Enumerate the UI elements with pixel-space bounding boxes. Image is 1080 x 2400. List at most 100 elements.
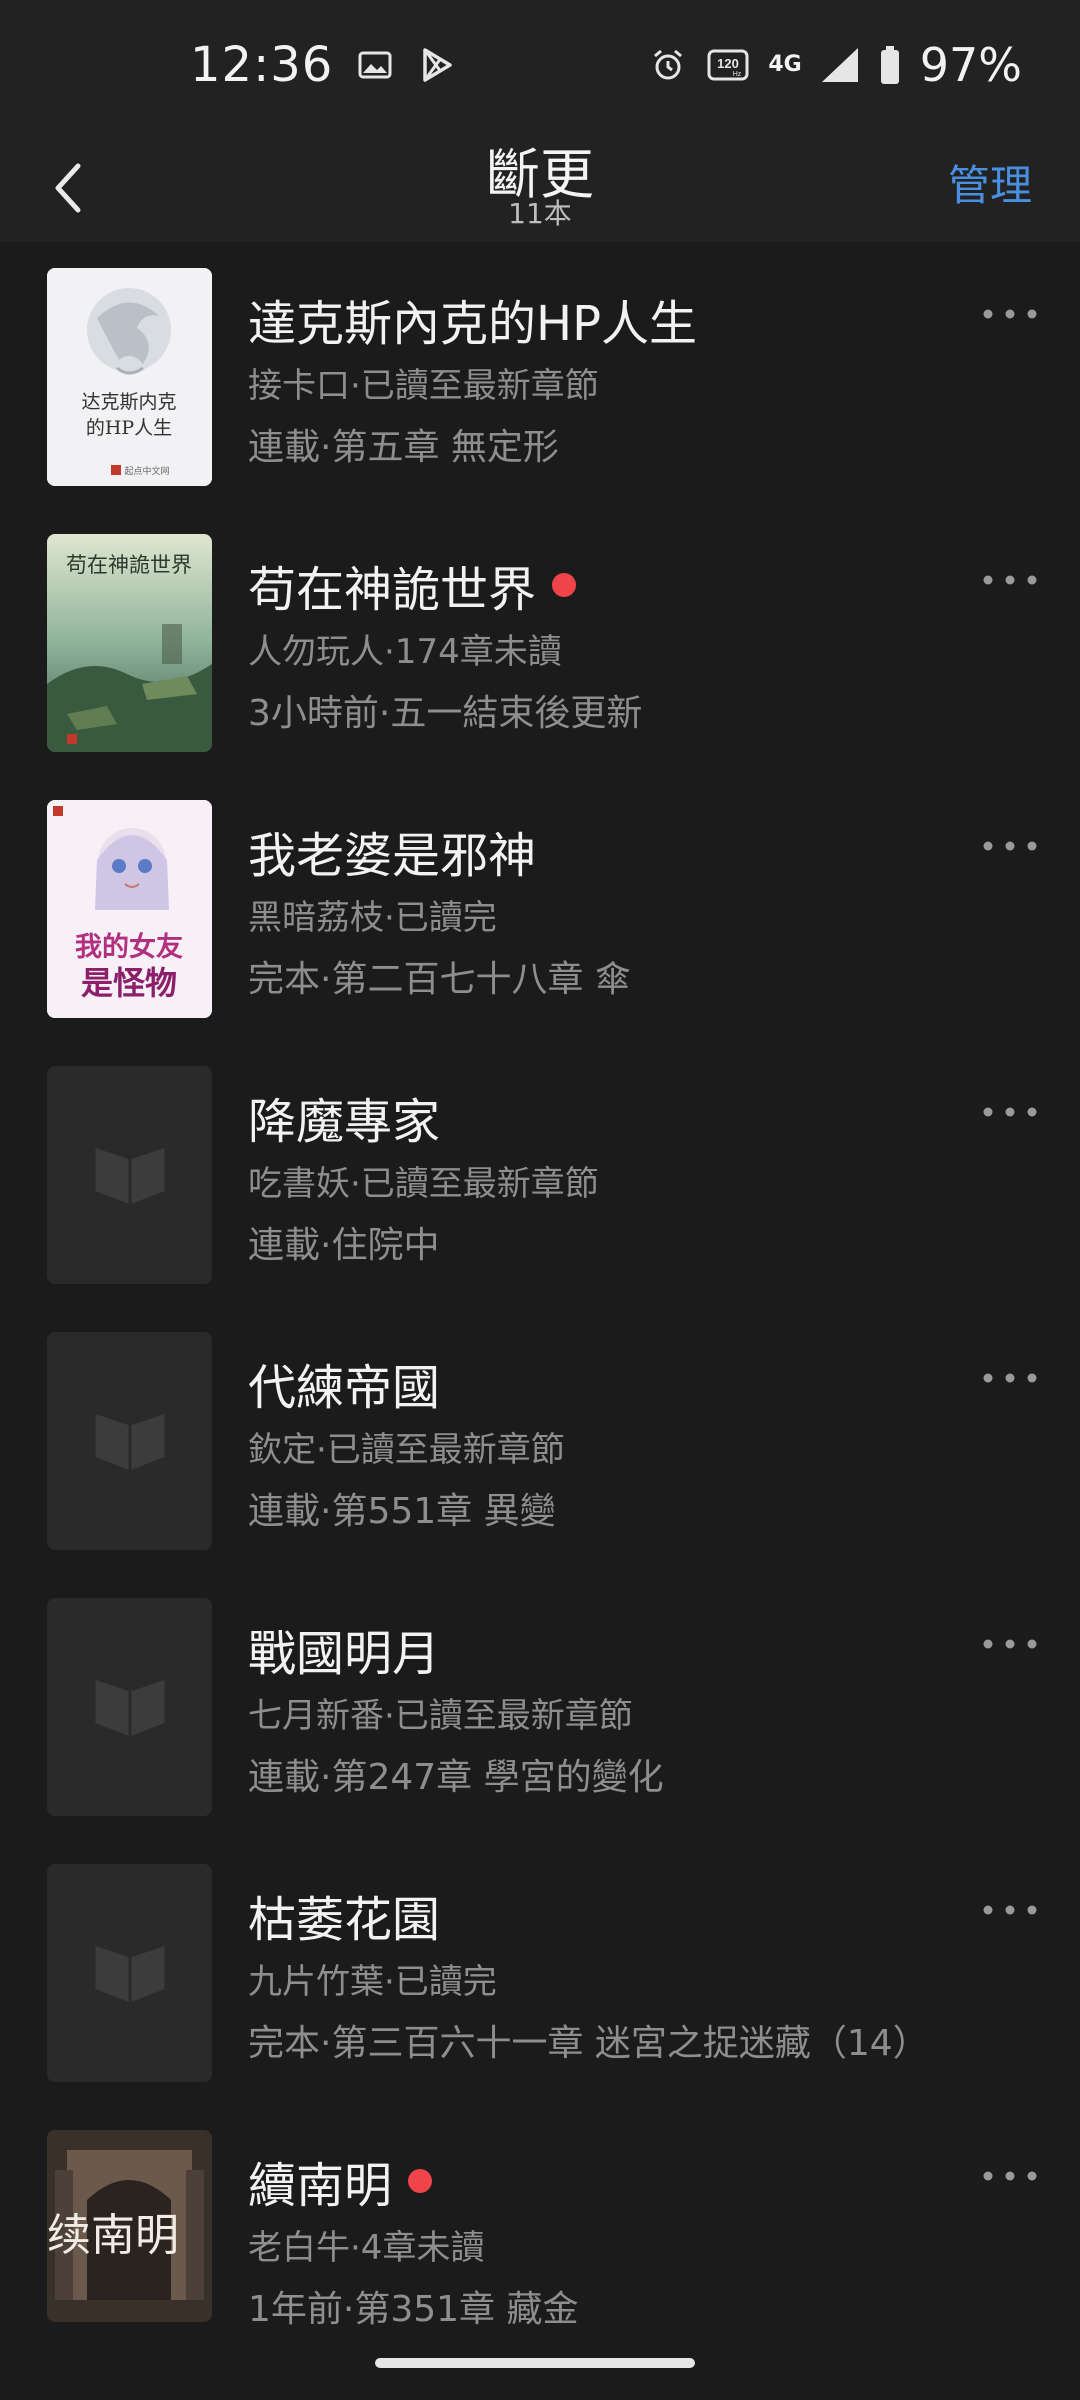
book-cover-placeholder bbox=[47, 1332, 212, 1550]
book-item[interactable]: 戰國明月 七月新番·已讀至最新章節 連載·第247章 學宮的變化 bbox=[0, 1572, 1080, 1838]
book-latest-chapter: 1年前·第351章 藏金 bbox=[248, 2289, 579, 2328]
title-row: 代練帝國 bbox=[248, 1348, 440, 1418]
book-list: 达克斯内克 的HP人生 起点中文网 達克斯內克的HP人生 接卡口·已讀至最新章節… bbox=[0, 242, 1080, 2328]
status-bar: 12:36 120 Hz 4G 97% bbox=[0, 0, 1080, 130]
book-cover: 续南明 bbox=[47, 2130, 212, 2322]
cover-line2: 是怪物 bbox=[81, 964, 177, 1002]
title-row: 降魔專家 bbox=[248, 1082, 440, 1152]
book-latest-chapter: 連載·第五章 無定形 bbox=[248, 427, 559, 468]
more-options-button[interactable] bbox=[976, 1092, 1044, 1132]
book-title: 代練帝國 bbox=[248, 1360, 441, 1416]
more-options-button[interactable] bbox=[976, 1890, 1044, 1930]
title-row: 枯萎花園 bbox=[248, 1880, 440, 1950]
book-cover-placeholder bbox=[47, 1066, 212, 1284]
more-horizontal-icon bbox=[983, 1107, 1037, 1117]
cover-title: 续南明 bbox=[47, 2210, 179, 2261]
book-item[interactable]: 达克斯内克 的HP人生 起点中文网 達克斯內克的HP人生 接卡口·已讀至最新章節… bbox=[0, 242, 1080, 508]
battery-percent: 97% bbox=[919, 38, 1022, 92]
more-options-button[interactable] bbox=[976, 1358, 1044, 1398]
book-count: 11本 bbox=[508, 197, 572, 230]
book-cover: 苟在神詭世界 bbox=[47, 534, 212, 752]
book-title: 苟在神詭世界 bbox=[248, 562, 537, 618]
book-author-status: 欽定·已讀至最新章節 bbox=[248, 1430, 565, 1470]
network-type: 4G bbox=[768, 52, 802, 77]
book-item[interactable]: 苟在神詭世界 苟在神詭世界 人勿玩人·174章未讀 3小時前·五一結束後更新 bbox=[0, 508, 1080, 774]
more-horizontal-icon bbox=[983, 575, 1037, 585]
manage-button[interactable]: 管理 bbox=[948, 152, 1032, 213]
book-title: 降魔專家 bbox=[248, 1094, 441, 1150]
book-item[interactable]: 枯萎花園 九片竹葉·已讀完 完本·第三百六十一章 迷宮之捉迷藏（14） bbox=[0, 1838, 1080, 2104]
book-title: 達克斯內克的HP人生 bbox=[248, 296, 698, 352]
signal-icon bbox=[820, 45, 860, 85]
book-item[interactable]: 降魔專家 吃書妖·已讀至最新章節 連載·住院中 bbox=[0, 1040, 1080, 1306]
book-latest-chapter: 3小時前·五一結束後更新 bbox=[248, 693, 643, 734]
title-row: 戰國明月 bbox=[248, 1614, 440, 1684]
book-author-status: 接卡口·已讀至最新章節 bbox=[248, 366, 599, 406]
book-author-status: 人勿玩人·174章未讀 bbox=[248, 632, 562, 672]
book-latest-chapter: 連載·第247章 學宮的變化 bbox=[248, 1757, 664, 1798]
landscape-cover-art: 苟在神詭世界 bbox=[47, 534, 212, 752]
book-placeholder-icon bbox=[92, 1409, 167, 1474]
book-item[interactable]: 我的女友 是怪物 我老婆是邪神 黑暗荔枝·已讀完 完本·第二百七十八章 傘 bbox=[0, 774, 1080, 1040]
book-cover: 我的女友 是怪物 bbox=[47, 800, 212, 1018]
book-cover-placeholder bbox=[47, 1864, 212, 2082]
more-options-button[interactable] bbox=[976, 294, 1044, 334]
more-horizontal-icon bbox=[983, 1373, 1037, 1383]
book-author-status: 吃書妖·已讀至最新章節 bbox=[248, 1164, 599, 1204]
book-author-status: 老白牛·4章未讀 bbox=[248, 2228, 485, 2268]
more-options-button[interactable] bbox=[976, 2156, 1044, 2196]
home-indicator[interactable] bbox=[375, 2358, 695, 2368]
status-left: 12:36 bbox=[190, 37, 457, 93]
title-row: 達克斯內克的HP人生 bbox=[248, 284, 697, 354]
title-row: 苟在神詭世界 bbox=[248, 550, 577, 620]
status-time: 12:36 bbox=[190, 37, 334, 93]
book-title: 我老婆是邪神 bbox=[248, 828, 537, 884]
cover-title: 苟在神詭世界 bbox=[66, 553, 192, 577]
book-author-status: 黑暗荔枝·已讀完 bbox=[248, 898, 497, 938]
app-header: 斷更 11本 管理 bbox=[0, 130, 1080, 242]
book-cover: 达克斯内克 的HP人生 起点中文网 bbox=[47, 268, 212, 486]
cover-line1: 我的女友 bbox=[75, 931, 183, 963]
more-horizontal-icon bbox=[983, 1639, 1037, 1649]
book-title: 續南明 bbox=[248, 2158, 393, 2214]
book-author-status: 七月新番·已讀至最新章節 bbox=[248, 1696, 633, 1736]
alarm-icon bbox=[648, 45, 688, 85]
refresh-rate-text: 120 bbox=[718, 56, 740, 71]
more-horizontal-icon bbox=[983, 1905, 1037, 1915]
book-placeholder-icon bbox=[92, 1143, 167, 1208]
book-cover-placeholder bbox=[47, 1598, 212, 1816]
more-horizontal-icon bbox=[983, 309, 1037, 319]
unread-dot bbox=[552, 573, 577, 597]
cover-line1: 达克斯内克 bbox=[81, 391, 176, 413]
cover-publisher: 起点中文网 bbox=[124, 465, 169, 477]
more-options-button[interactable] bbox=[976, 560, 1044, 600]
more-options-button[interactable] bbox=[976, 1624, 1044, 1664]
book-item[interactable]: 续南明 續南明 老白牛·4章未讀 1年前·第351章 藏金 bbox=[0, 2104, 1080, 2328]
play-store-icon bbox=[417, 45, 457, 85]
dragon-cover-art: 达克斯内克 的HP人生 起点中文网 bbox=[47, 268, 212, 486]
title-row: 續南明 bbox=[248, 2146, 433, 2216]
book-latest-chapter: 完本·第三百六十一章 迷宮之捉迷藏（14） bbox=[248, 2023, 929, 2064]
book-placeholder-icon bbox=[92, 1941, 167, 2006]
book-latest-chapter: 完本·第二百七十八章 傘 bbox=[248, 959, 631, 1000]
book-placeholder-icon bbox=[92, 1675, 167, 1740]
book-author-status: 九片竹葉·已讀完 bbox=[248, 1962, 497, 2002]
more-horizontal-icon bbox=[983, 841, 1037, 851]
book-item[interactable]: 代練帝國 欽定·已讀至最新章節 連載·第551章 異變 bbox=[0, 1306, 1080, 1572]
unread-dot bbox=[408, 2169, 433, 2193]
gate-cover-art: 续南明 bbox=[47, 2130, 212, 2322]
book-title: 戰國明月 bbox=[248, 1626, 441, 1682]
anime-cover-art: 我的女友 是怪物 bbox=[47, 800, 212, 1018]
cover-line2: 的HP人生 bbox=[86, 417, 172, 439]
title-row: 我老婆是邪神 bbox=[248, 816, 536, 886]
status-right: 120 Hz 4G 97% bbox=[648, 38, 1022, 92]
book-latest-chapter: 連載·住院中 bbox=[248, 1225, 440, 1266]
gallery-icon bbox=[355, 45, 395, 85]
battery-icon bbox=[878, 45, 902, 85]
book-title: 枯萎花園 bbox=[248, 1892, 441, 1948]
refresh-rate-icon: 120 Hz bbox=[706, 45, 750, 85]
book-latest-chapter: 連載·第551章 異變 bbox=[248, 1491, 556, 1532]
more-options-button[interactable] bbox=[976, 826, 1044, 866]
svg-text:Hz: Hz bbox=[733, 71, 742, 78]
more-horizontal-icon bbox=[983, 2171, 1037, 2181]
